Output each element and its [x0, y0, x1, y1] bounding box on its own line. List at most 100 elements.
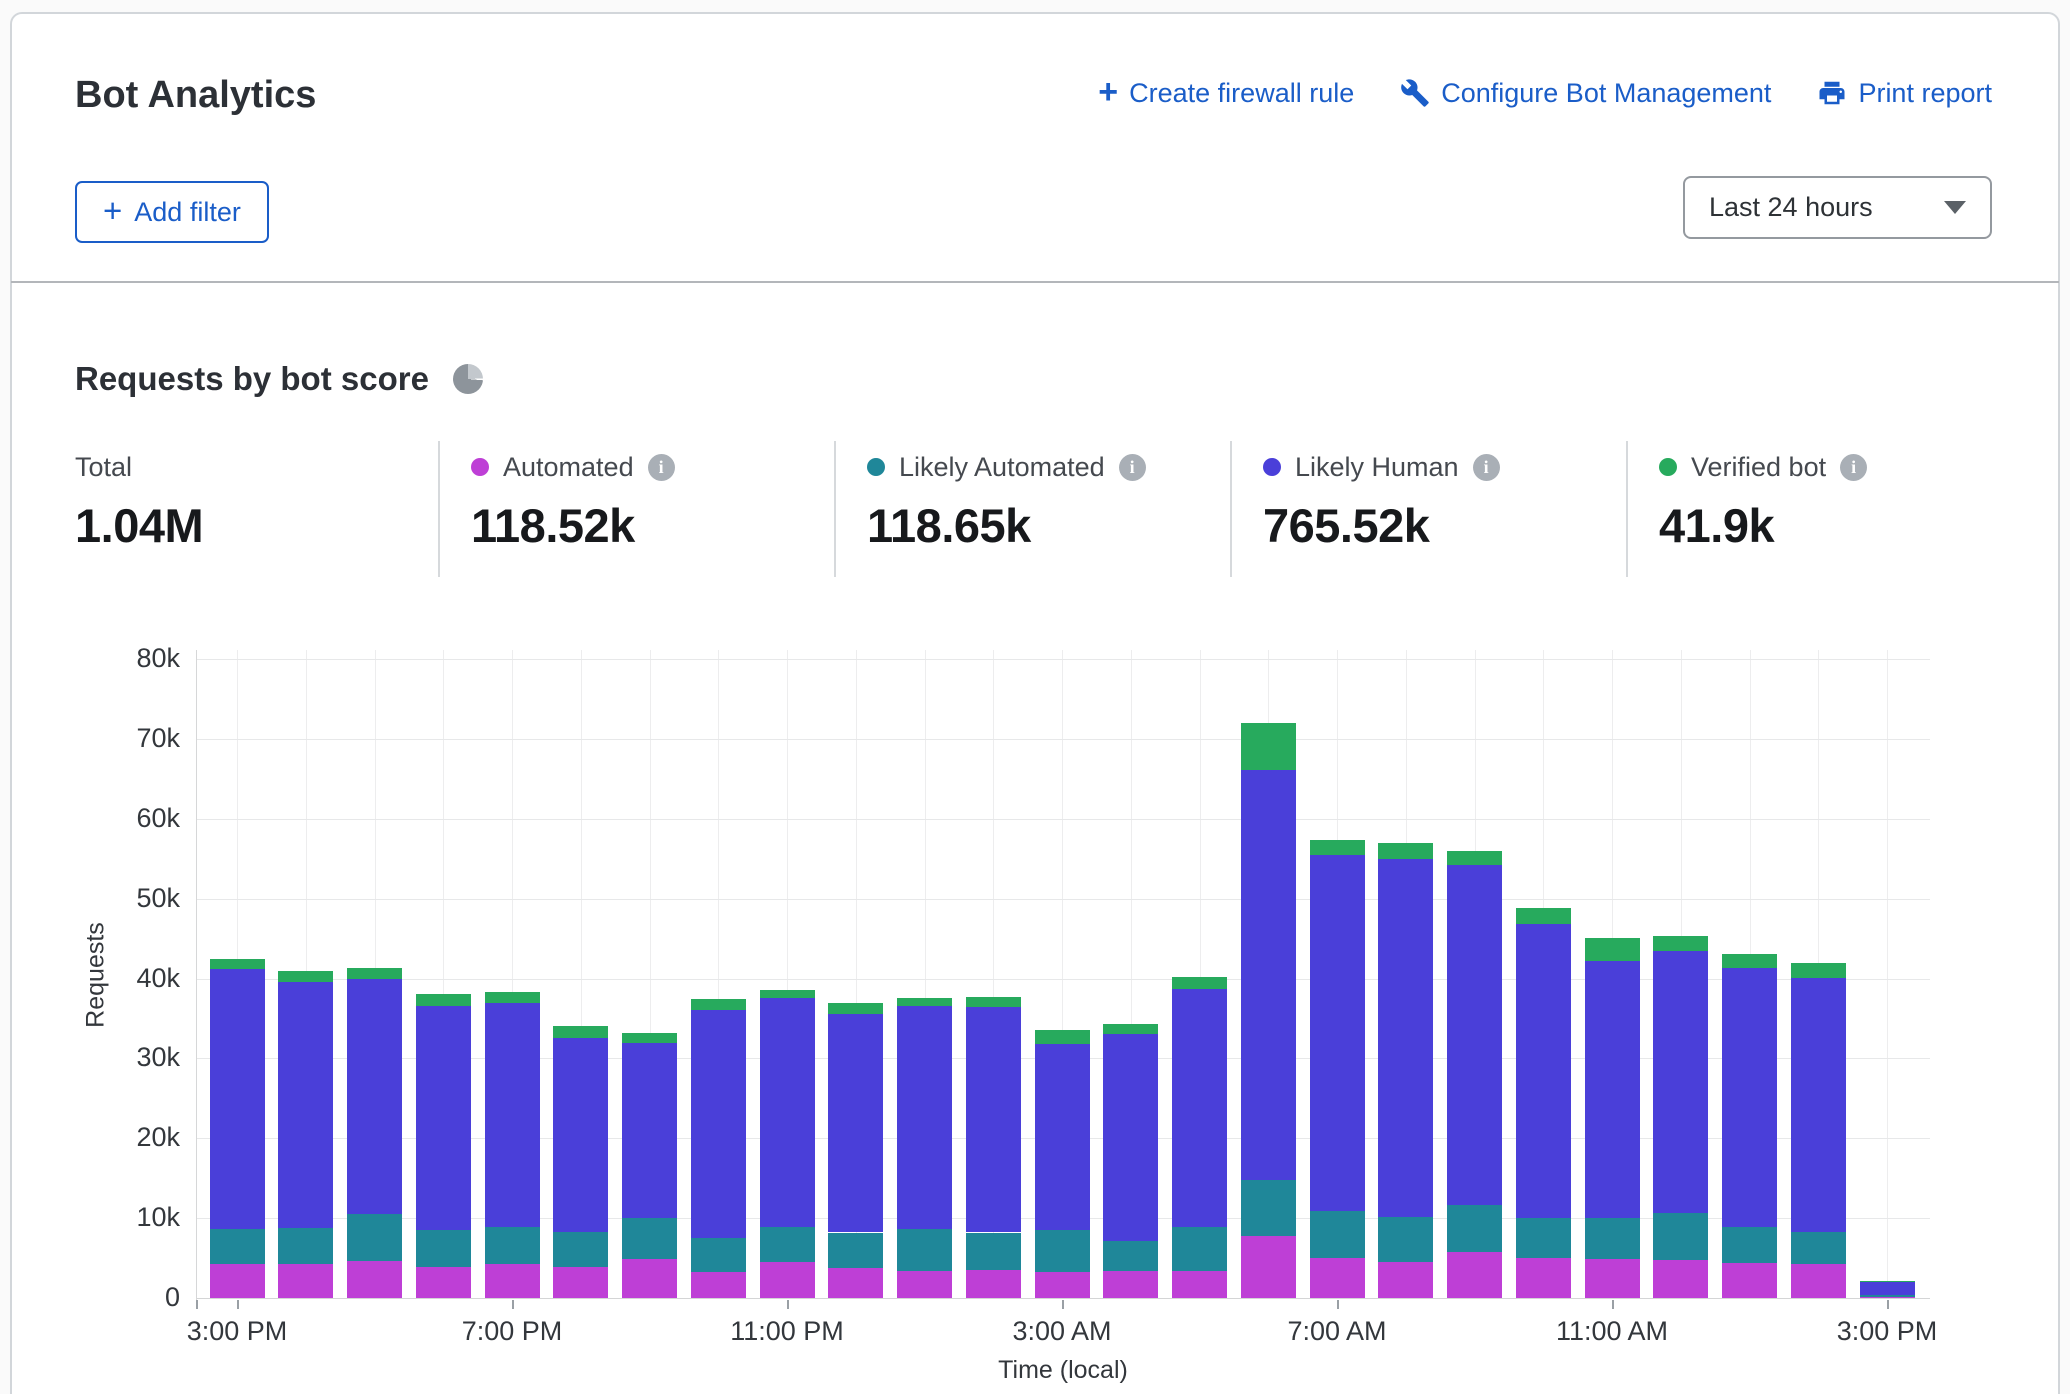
bar-segment-likely-automated — [1241, 1180, 1296, 1236]
print-report-label: Print report — [1858, 78, 1992, 109]
info-icon[interactable]: i — [648, 454, 675, 481]
bar-segment-likely-human — [210, 969, 265, 1229]
axis-tick — [787, 1300, 789, 1309]
bar-segment-automated — [1585, 1259, 1640, 1298]
axis-tick — [1337, 1300, 1339, 1309]
bar-segment-likely-automated — [1447, 1205, 1502, 1251]
bar-segment-verified-bot — [622, 1033, 677, 1043]
bar-segment-automated — [897, 1271, 952, 1298]
stat-label-row: Automatedi — [471, 450, 675, 484]
bar-segment-automated — [1241, 1236, 1296, 1298]
bar-segment-likely-automated — [347, 1214, 402, 1261]
print-report-link[interactable]: Print report — [1817, 78, 1992, 109]
bar-segment-likely-automated — [485, 1227, 540, 1265]
x-tick-label: 11:00 PM — [697, 1316, 877, 1347]
bar-segment-automated — [1860, 1297, 1915, 1298]
bar-segment-likely-human — [897, 1006, 952, 1228]
bar-segment-likely-automated — [1310, 1211, 1365, 1258]
bar-segment-likely-automated — [1585, 1218, 1640, 1259]
bar-segment-verified-bot — [1860, 1281, 1915, 1282]
bar-segment-automated — [966, 1270, 1021, 1298]
y-grid-line — [196, 739, 1930, 740]
add-filter-button[interactable]: + Add filter — [75, 181, 269, 243]
bar-segment-likely-human — [1516, 924, 1571, 1218]
bar-segment-likely-human — [485, 1003, 540, 1227]
bar-segment-verified-bot — [1585, 938, 1640, 961]
wrench-icon — [1400, 78, 1430, 108]
bar-segment-automated — [1378, 1262, 1433, 1298]
bar-segment-automated — [485, 1264, 540, 1298]
stat-value: 118.65k — [867, 498, 1146, 553]
page-title: Bot Analytics — [75, 74, 316, 117]
x-grid-line — [1887, 650, 1888, 1298]
stat-verified-bot: Verified boti41.9k — [1659, 450, 1867, 553]
x-tick-label: 3:00 AM — [972, 1316, 1152, 1347]
bar-segment-likely-human — [622, 1043, 677, 1218]
bar-segment-likely-automated — [416, 1230, 471, 1267]
bar-segment-likely-automated — [1653, 1213, 1708, 1260]
bar-segment-automated — [553, 1267, 608, 1298]
bar-segment-verified-bot — [1447, 851, 1502, 865]
bar-segment-likely-human — [828, 1014, 883, 1232]
y-grid-line — [196, 819, 1930, 820]
bar-segment-likely-human — [1653, 951, 1708, 1214]
stat-likely-human: Likely Humani765.52k — [1263, 450, 1500, 553]
bar-segment-likely-automated — [553, 1232, 608, 1267]
bar-segment-likely-automated — [1516, 1218, 1571, 1258]
bar-segment-automated — [1516, 1258, 1571, 1298]
y-tick-label: 80k — [80, 643, 180, 674]
bar-segment-likely-automated — [210, 1229, 265, 1263]
stat-value: 765.52k — [1263, 498, 1500, 553]
bar-segment-verified-bot — [1035, 1030, 1090, 1044]
bar-segment-verified-bot — [553, 1026, 608, 1037]
bar-segment-likely-human — [691, 1010, 746, 1238]
y-tick-label: 0 — [80, 1282, 180, 1313]
bar-segment-verified-bot — [210, 959, 265, 969]
printer-icon — [1817, 78, 1847, 108]
bar-segment-automated — [1791, 1264, 1846, 1298]
configure-bot-management-label: Configure Bot Management — [1441, 78, 1771, 109]
bar-segment-automated — [1103, 1271, 1158, 1298]
bar-segment-likely-automated — [828, 1233, 883, 1269]
header-actions: + Create firewall rule Configure Bot Man… — [1098, 76, 1992, 110]
stat-value: 118.52k — [471, 498, 675, 553]
y-axis-line — [196, 650, 197, 1306]
stat-total: Total1.04M — [75, 450, 203, 553]
info-icon[interactable]: i — [1840, 454, 1867, 481]
bar-segment-likely-automated — [760, 1227, 815, 1262]
stat-label-row: Likely Automatedi — [867, 450, 1146, 484]
x-tick-label: 7:00 AM — [1247, 1316, 1427, 1347]
bar-segment-verified-bot — [966, 997, 1021, 1007]
time-range-select[interactable]: Last 24 hours — [1683, 176, 1992, 239]
bar-segment-likely-automated — [1722, 1227, 1777, 1263]
bar-segment-verified-bot — [1310, 840, 1365, 855]
y-tick-label: 30k — [80, 1042, 180, 1073]
bar-segment-verified-bot — [897, 998, 952, 1007]
create-firewall-rule-link[interactable]: + Create firewall rule — [1098, 76, 1354, 110]
stat-label-row: Total — [75, 450, 203, 484]
legend-dot — [867, 458, 885, 476]
bar-segment-likely-human — [416, 1006, 471, 1230]
y-tick-label: 70k — [80, 723, 180, 754]
bar-segment-likely-human — [278, 982, 333, 1228]
info-icon[interactable]: i — [1473, 454, 1500, 481]
stat-divider — [834, 441, 836, 577]
bar-segment-verified-bot — [1172, 977, 1227, 989]
stat-label-row: Verified boti — [1659, 450, 1867, 484]
legend-dot — [1659, 458, 1677, 476]
bar-segment-verified-bot — [1722, 954, 1777, 968]
bar-segment-automated — [347, 1261, 402, 1298]
bot-analytics-page: Bot Analytics + Create firewall rule Con… — [0, 0, 2070, 1394]
bar-segment-automated — [416, 1267, 471, 1298]
bar-segment-verified-bot — [828, 1003, 883, 1014]
bar-segment-likely-human — [1860, 1282, 1915, 1295]
bar-segment-automated — [760, 1262, 815, 1298]
configure-bot-management-link[interactable]: Configure Bot Management — [1400, 78, 1771, 109]
bar-segment-verified-bot — [1378, 843, 1433, 860]
bar-segment-likely-human — [1378, 859, 1433, 1216]
bar-segment-automated — [828, 1268, 883, 1298]
info-icon[interactable]: i — [1119, 454, 1146, 481]
bar-segment-automated — [1653, 1260, 1708, 1298]
axis-tick — [1062, 1300, 1064, 1309]
bar-segment-likely-automated — [691, 1238, 746, 1272]
